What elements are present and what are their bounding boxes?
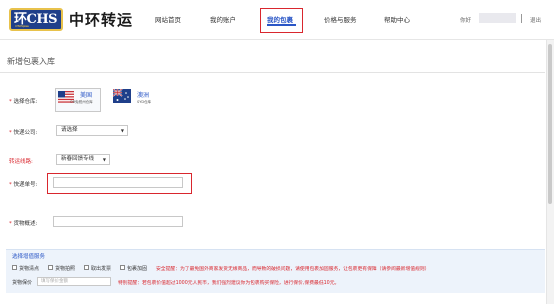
nav-pricing[interactable]: 价格与服务 [324,14,357,24]
site-logo[interactable]: 环CHS CHS Express 中环转运 [9,8,133,31]
nav-help[interactable]: 帮助中心 [384,14,410,24]
logo-mark-sub: CHS Express [15,24,29,28]
nav-my-packages[interactable]: 我的包裹 [267,14,293,24]
courier-label: * 快递公司: [9,130,38,136]
safety-notice: 安全提醒：为了最免国外商家发货无缘商品，而导致的破损问题，请使用包裹加固服务，让… [156,267,430,272]
checkbox-photo[interactable] [48,265,53,270]
option-count-label: 货物清点 [19,266,40,272]
special-notice: 特别提醒：若包裹价值超过1000元人民币，我们强烈建议你为包裹购买保险，进行保价… [118,281,340,286]
user-greeting: 你好 [460,18,472,24]
au-flag-icon[interactable] [113,89,131,103]
nav-active-underline [267,24,296,26]
courier-select[interactable]: 请选择 ▼ [56,125,128,136]
courier-label-text: 快递公司: [13,130,38,136]
option-invoice-label: 取出发票 [91,266,112,272]
username-redacted [479,13,516,23]
checkbox-count[interactable] [12,265,17,270]
nav-home[interactable]: 网站首页 [155,14,181,24]
option-photo-label: 货物拍照 [55,266,76,272]
scrollbar-thumb[interactable] [548,44,552,204]
logout-link[interactable]: 退出 [530,16,541,24]
value-added-title: 选择增值服务 [12,254,46,260]
warehouse-au-name: 澳洲 [137,92,150,99]
tracking-label-text: 快递单号: [13,182,38,188]
goods-input[interactable] [53,216,183,227]
warehouse-us-name: 美国 [80,92,93,99]
route-label: 转运线路: [9,159,33,165]
goods-label-text: 货物概述: [13,221,38,227]
chevron-down-icon: ▼ [102,157,106,162]
warehouse-label-text: 选择仓库: [13,99,38,105]
checkbox-invoice[interactable] [84,265,89,270]
route-select[interactable]: 新春回馈专线 ▼ [56,154,110,165]
route-select-value: 新春回馈专线 [61,156,95,162]
title-divider [0,72,545,73]
goods-label: * 货物概述: [9,221,38,227]
tracking-input[interactable] [53,177,183,188]
checkbox-reinforce[interactable] [120,265,125,270]
warehouse-au-sub: SYD仓库 [137,100,152,104]
option-reinforce-label: 包裹加固 [127,266,148,272]
page-title: 新增包裹入库 [7,57,55,66]
insure-label: 货物保价 [12,280,33,286]
header-separator [521,14,522,23]
insure-amount-input[interactable]: 填写保价金额 [37,277,111,286]
tracking-label: * 快递单号: [9,182,38,188]
warehouse-us-sub: OR免税州仓库 [70,100,93,104]
warehouse-label: * 选择仓库: [9,99,38,105]
courier-select-value: 请选择 [61,127,78,133]
logo-mark: 环CHS CHS Express [9,8,63,31]
chevron-down-icon: ▼ [120,128,124,133]
nav-account[interactable]: 我的账户 [210,14,236,24]
logo-title: 中环转运 [69,11,134,29]
